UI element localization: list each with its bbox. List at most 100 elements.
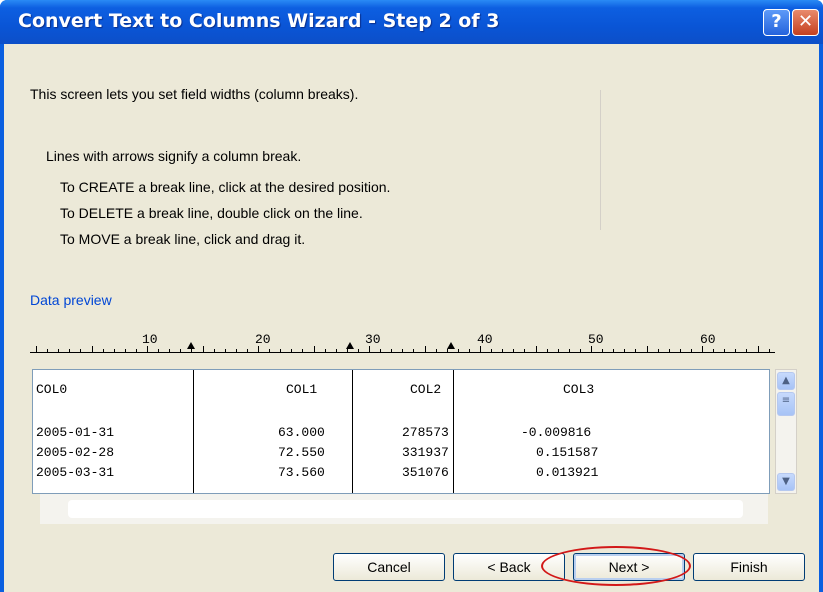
ruler-number: 50 [588, 332, 604, 347]
ruler-tick [324, 349, 326, 352]
data-cell: -0.009816 [521, 425, 592, 440]
ruler-tick [124, 349, 126, 352]
ruler-tick [735, 349, 737, 352]
ruler-tick [346, 349, 348, 352]
ruler-tick [724, 349, 726, 352]
ruler-tick [169, 349, 171, 352]
arrow-up-icon[interactable]: ▲ [777, 372, 795, 390]
ruler-tick [579, 349, 581, 352]
data-cell: 0.151587 [536, 445, 599, 460]
ruler-tick [180, 349, 182, 352]
ruler-tick [491, 349, 493, 352]
header-cell: COL0 [36, 382, 68, 397]
ruler-tick [713, 349, 715, 352]
ruler-tick [613, 349, 615, 352]
data-cell: 331937 [402, 445, 449, 460]
ruler-tick [357, 349, 359, 352]
break-arrow-icon[interactable] [447, 342, 455, 349]
ruler-tick [47, 349, 49, 352]
data-cell: 73.560 [278, 465, 325, 480]
ruler-tick [535, 346, 537, 352]
ruler-tick [668, 349, 670, 352]
ruler-tick [702, 346, 703, 352]
window-title: Convert Text to Columns Wizard - Step 2 … [18, 10, 500, 32]
next-highlight-circle [541, 546, 691, 586]
ruler-tick [457, 349, 459, 352]
ruler-tick [202, 346, 204, 352]
ruler-tick [746, 349, 748, 352]
data-cell: 278573 [402, 425, 449, 440]
instruction-create: To CREATE a break line, click at the des… [60, 179, 391, 195]
ruler-tick [646, 346, 648, 352]
header-cell: COL2 [410, 382, 442, 397]
horizontal-scroll-thumb[interactable] [68, 500, 743, 518]
break-arrow-icon[interactable] [187, 342, 195, 349]
header-cell: COL3 [563, 382, 595, 397]
ruler-tick [402, 349, 404, 352]
data-cell: 2005-01-31 [36, 425, 115, 440]
ruler-tick [424, 346, 426, 352]
ruler-tick [657, 349, 659, 352]
data-cell: 72.550 [278, 445, 325, 460]
ruler-tick [524, 349, 526, 352]
column-break-line[interactable] [193, 370, 194, 493]
column-break-line[interactable] [453, 370, 454, 493]
horizontal-scrollbar[interactable] [40, 494, 768, 524]
ruler-tick [380, 349, 382, 352]
title-bar[interactable]: Convert Text to Columns Wizard - Step 2 … [0, 0, 823, 44]
data-preview-pane[interactable]: COL0 COL1 COL2 COL3 2005-01-31 63.000 27… [32, 369, 770, 494]
ruler-tick [369, 346, 370, 352]
finish-button[interactable]: Finish [693, 553, 805, 581]
ruler-tick [302, 349, 304, 352]
ruler-tick [624, 349, 626, 352]
ruler-tick [269, 349, 271, 352]
ruler-tick [335, 349, 337, 352]
ruler-tick [135, 349, 137, 352]
ruler-number: 60 [700, 332, 716, 347]
ruler-line [30, 352, 775, 353]
ruler-tick [602, 349, 604, 352]
ruler-tick [435, 349, 437, 352]
column-ruler[interactable]: 10 20 30 40 50 60 [30, 330, 775, 370]
close-icon[interactable]: ✕ [792, 9, 819, 36]
ruler-number: 40 [477, 332, 493, 347]
ruler-tick [557, 349, 559, 352]
ruler-tick [513, 349, 515, 352]
ruler-tick [213, 349, 215, 352]
ruler-tick [768, 349, 770, 352]
ruler-number: 30 [365, 332, 381, 347]
ruler-tick [80, 349, 82, 352]
scroll-thumb[interactable]: ≡ [777, 392, 795, 416]
ruler-number: 10 [142, 332, 158, 347]
instructions-heading: Lines with arrows signify a column break… [46, 148, 302, 164]
ruler-tick [480, 346, 481, 352]
arrow-down-icon[interactable]: ▼ [777, 473, 795, 491]
header-cell: COL1 [286, 382, 318, 397]
ruler-tick [391, 349, 393, 352]
data-cell: 351076 [402, 465, 449, 480]
ruler-number: 20 [255, 332, 271, 347]
data-cell: 2005-03-31 [36, 465, 115, 480]
data-cell: 2005-02-28 [36, 445, 115, 460]
ruler-tick [235, 349, 237, 352]
ruler-tick [158, 349, 160, 352]
break-arrow-icon[interactable] [346, 342, 354, 349]
data-cell: 63.000 [278, 425, 325, 440]
column-break-line[interactable] [352, 370, 353, 493]
ruler-tick [635, 349, 637, 352]
ruler-tick [591, 346, 592, 352]
ruler-tick [113, 349, 115, 352]
vertical-scrollbar[interactable]: ▲ ≡ ▼ [775, 369, 797, 494]
ruler-tick [546, 349, 548, 352]
ruler-tick [446, 349, 448, 352]
ruler-tick [568, 349, 570, 352]
data-preview-label: Data preview [30, 292, 112, 308]
ruler-tick [280, 349, 282, 352]
ruler-tick [258, 346, 259, 352]
ruler-tick [246, 349, 248, 352]
ruler-tick [679, 349, 681, 352]
ruler-tick [102, 349, 104, 352]
help-icon[interactable]: ? [763, 9, 790, 36]
ruler-tick [502, 349, 504, 352]
cancel-button[interactable]: Cancel [333, 553, 445, 581]
